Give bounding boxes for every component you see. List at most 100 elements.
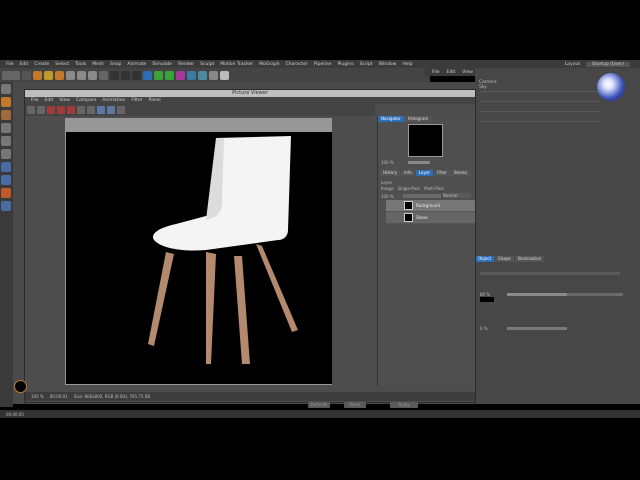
menu-animate[interactable]: Animate	[127, 62, 146, 67]
menu-pipeline[interactable]: Pipeline	[314, 62, 332, 67]
obj-menu-file[interactable]: File	[432, 70, 440, 75]
y-axis-icon[interactable]	[77, 70, 86, 80]
swap-icon[interactable]	[87, 106, 95, 114]
axis-mode-icon[interactable]	[1, 162, 11, 172]
stop-render-icon[interactable]	[47, 106, 55, 114]
scale-icon[interactable]	[44, 70, 53, 80]
tab-shape[interactable]: Shape	[495, 256, 514, 262]
pv-menu-filter[interactable]: Filter	[131, 98, 142, 103]
make-editable-icon[interactable]	[1, 84, 11, 94]
snap-icon[interactable]	[1, 175, 11, 185]
rotate-icon[interactable]	[55, 70, 64, 80]
menu-window[interactable]: Window	[379, 62, 397, 67]
tab-object[interactable]: Object	[475, 256, 495, 262]
opacity-slider[interactable]	[403, 194, 441, 198]
tab-layer[interactable]: Layer	[415, 170, 433, 176]
attribute-slider[interactable]	[480, 272, 620, 275]
split-view-icon[interactable]	[97, 106, 105, 114]
layer-row[interactable]: Stone	[386, 212, 475, 224]
menu-sculpt[interactable]: Sculpt	[200, 62, 214, 67]
tab-illumination[interactable]: Illumination	[514, 256, 545, 262]
menu-snap[interactable]: Snap	[110, 62, 121, 67]
mode-single-pass[interactable]: Single-Pass	[398, 186, 421, 191]
deformer-icon[interactable]	[187, 70, 196, 80]
menu-mograph[interactable]: MoGraph	[259, 62, 279, 67]
z-axis-icon[interactable]	[88, 70, 97, 80]
navigator-thumbnail[interactable]	[408, 124, 443, 157]
render-icon[interactable]	[67, 106, 75, 114]
color-swatch[interactable]	[480, 297, 494, 302]
selection-icon[interactable]	[22, 70, 31, 80]
pv-menu-panel[interactable]: Panel	[148, 98, 160, 103]
zoom-slider[interactable]	[408, 161, 430, 164]
undo-icon[interactable]	[2, 70, 20, 80]
fullscreen-icon[interactable]	[117, 106, 125, 114]
tab-history[interactable]: History	[380, 170, 401, 176]
status-zoom[interactable]: 100 %	[31, 394, 44, 399]
tab-navigator[interactable]: Navigator	[378, 116, 404, 122]
ab-compare-icon[interactable]	[77, 106, 85, 114]
scene-icon[interactable]	[198, 70, 207, 80]
light-icon[interactable]	[220, 70, 229, 80]
zoom-icon[interactable]	[107, 106, 115, 114]
open-icon[interactable]	[27, 106, 35, 114]
menu-simulate[interactable]: Simulate	[152, 62, 172, 67]
pv-menu-file[interactable]: File	[31, 98, 39, 103]
layer-opacity[interactable]: 100 %	[381, 194, 394, 199]
menu-tools[interactable]: Tools	[75, 62, 86, 67]
pv-menu-edit[interactable]: Edit	[45, 98, 54, 103]
menu-select[interactable]: Select	[55, 62, 69, 67]
render-picture-viewer-icon[interactable]	[121, 70, 130, 80]
object-item[interactable]: Sky	[479, 85, 497, 90]
polygons-mode-icon[interactable]	[1, 149, 11, 159]
pv-menu-view[interactable]: View	[59, 98, 70, 103]
menu-render[interactable]: Render	[178, 62, 194, 67]
model-mode-icon[interactable]	[1, 97, 11, 107]
layer-row[interactable]: Background	[386, 200, 475, 212]
mode-image[interactable]: Image	[381, 186, 394, 191]
render-settings-icon[interactable]	[132, 70, 141, 80]
menu-motion-tracker[interactable]: Motion Tracker	[220, 62, 253, 67]
move-icon[interactable]	[33, 70, 42, 80]
attr-slider-track[interactable]	[567, 293, 623, 296]
cube-icon[interactable]	[143, 70, 152, 80]
coordinate-system-icon[interactable]	[99, 70, 108, 80]
tab-filter[interactable]: Filter	[433, 170, 450, 176]
pen-icon[interactable]	[154, 70, 163, 80]
tab-info[interactable]: Info	[401, 170, 415, 176]
tab-stereo[interactable]: Stereo	[450, 170, 470, 176]
array-icon[interactable]	[176, 70, 185, 80]
lock-workplane-icon[interactable]	[1, 188, 11, 198]
mode-multi-pass[interactable]: Multi-Pass	[424, 186, 444, 191]
save-icon[interactable]	[37, 106, 45, 114]
menu-file[interactable]: File	[6, 62, 14, 67]
blend-mode-select[interactable]: Normal	[443, 193, 471, 198]
texture-mode-icon[interactable]	[1, 110, 11, 120]
points-mode-icon[interactable]	[1, 123, 11, 133]
obj-menu-view[interactable]: View	[462, 70, 473, 75]
pv-menu-compare[interactable]: Compare	[76, 98, 96, 103]
menu-mesh[interactable]: Mesh	[92, 62, 104, 67]
menu-edit[interactable]: Edit	[20, 62, 29, 67]
attr-slider-fill[interactable]	[507, 293, 567, 296]
timeline-icon[interactable]	[14, 380, 27, 393]
menu-plugins[interactable]: Plugins	[337, 62, 353, 67]
menu-script[interactable]: Script	[360, 62, 373, 67]
planar-workplane-icon[interactable]	[1, 201, 11, 211]
attr-slider-2[interactable]	[507, 327, 567, 330]
subdivision-icon[interactable]	[165, 70, 174, 80]
render-region-icon[interactable]	[57, 106, 65, 114]
layout-select[interactable]: Startup (User)	[586, 61, 630, 67]
render-view-icon[interactable]	[110, 70, 119, 80]
x-axis-icon[interactable]	[66, 70, 75, 80]
tab-histogram[interactable]: Histogram	[404, 116, 432, 122]
reset-button[interactable]: Reset	[344, 402, 366, 408]
obj-menu-edit[interactable]: Edit	[447, 70, 456, 75]
apply-button[interactable]: Apply	[390, 402, 418, 408]
defaults-button[interactable]: Defaults	[308, 402, 330, 408]
camera-icon[interactable]	[209, 70, 218, 80]
edges-mode-icon[interactable]	[1, 136, 11, 146]
pv-menu-animation[interactable]: Animation	[102, 98, 125, 103]
menu-help[interactable]: Help	[402, 62, 412, 67]
menu-create[interactable]: Create	[34, 62, 49, 67]
